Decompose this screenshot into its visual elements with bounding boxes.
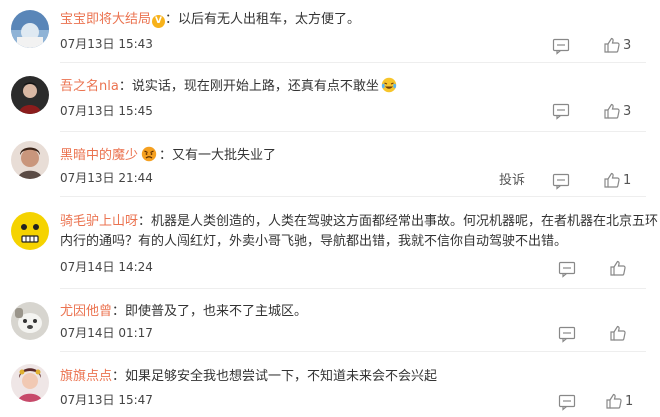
- divider: [60, 351, 646, 352]
- username[interactable]: 骑毛驴上山呀: [60, 214, 138, 229]
- separator: ：: [112, 369, 126, 384]
- comment-text: 如果足够安全我也想尝试一下，不知道未来会不会兴起: [125, 369, 438, 384]
- avatar[interactable]: [11, 212, 49, 250]
- divider: [60, 196, 646, 197]
- thumbs-up-icon[interactable]: [603, 102, 621, 120]
- comment-text: 即使普及了，也来不了主城区。: [125, 304, 308, 319]
- avatar[interactable]: [11, 302, 49, 340]
- thumbs-up-icon[interactable]: [609, 259, 627, 277]
- like-count: 1: [625, 394, 634, 409]
- username[interactable]: 尤因他曾: [60, 304, 112, 319]
- avatar[interactable]: [11, 10, 49, 48]
- angry-face-icon: [141, 146, 157, 162]
- comment-text: 机器是人类创造的，人类在驾驶这方面都经常出事故。何况机器呢，在者机器在北京五环: [151, 214, 659, 229]
- separator: ：: [112, 304, 126, 319]
- timestamp: 07月13日 21:44: [60, 171, 153, 185]
- timestamp: 07月14日 01:17: [60, 326, 153, 340]
- username[interactable]: 旗旗点点: [60, 369, 112, 384]
- divider: [60, 62, 646, 63]
- divider: [60, 131, 646, 132]
- username[interactable]: 黑暗中的魔少: [60, 148, 138, 163]
- separator: ：: [138, 214, 152, 229]
- comment-text-line2: 内行的通吗？有的人闯红灯，外卖小哥飞驰，导航都出错，我就不信你自动驾驶不出错。: [60, 234, 568, 249]
- comment-text: 又有一大批失业了: [172, 148, 277, 163]
- comment-icon[interactable]: [558, 325, 576, 343]
- comment-icon[interactable]: [552, 37, 570, 55]
- thumbs-up-icon[interactable]: [605, 392, 623, 410]
- comment-item: 吾之名nla：说实话，现在刚开始上路，还真有点不敢坐 07月13日 15:45 …: [0, 66, 660, 130]
- like-count: 3: [623, 38, 632, 53]
- thumbs-up-icon[interactable]: [603, 171, 621, 189]
- verified-badge-icon: V: [152, 15, 166, 28]
- separator: ：: [118, 79, 132, 94]
- comment-icon[interactable]: [552, 172, 570, 190]
- username[interactable]: 吾之名nla: [60, 79, 119, 94]
- avatar[interactable]: [11, 141, 49, 179]
- divider: [60, 288, 646, 289]
- timestamp: 07月13日 15:47: [60, 393, 153, 407]
- comment-icon[interactable]: [558, 260, 576, 278]
- comment-item: 尤因他曾：即使普及了，也来不了主城区。 07月14日 01:17: [0, 292, 660, 350]
- comment-item: 宝宝即将大结局 V ：以后有无人出租车，太方便了。 07月13日 15:43 3: [0, 0, 660, 60]
- separator: ：: [165, 12, 179, 27]
- laughing-crying-face-icon: [381, 77, 397, 93]
- timestamp: 07月13日 15:45: [60, 104, 153, 118]
- comment-item: 旗旗点点：如果足够安全我也想尝试一下，不知道未来会不会兴起 07月13日 15:…: [0, 355, 660, 417]
- comment-text: 说实话，现在刚开始上路，还真有点不敢坐: [131, 79, 379, 94]
- thumbs-up-icon[interactable]: [603, 36, 621, 54]
- comment-text: 以后有无人出租车，太方便了。: [178, 12, 361, 27]
- comment-icon[interactable]: [558, 393, 576, 411]
- comment-item: 黑暗中的魔少 ：又有一大批失业了 07月13日 21:44 投诉 1: [0, 135, 660, 195]
- timestamp: 07月13日 15:43: [60, 37, 153, 51]
- avatar[interactable]: [11, 364, 49, 402]
- report-button[interactable]: 投诉: [499, 173, 525, 189]
- like-count: 1: [623, 173, 632, 188]
- username[interactable]: 宝宝即将大结局: [60, 12, 151, 27]
- thumbs-up-icon[interactable]: [609, 324, 627, 342]
- comment-list: 宝宝即将大结局 V ：以后有无人出租车，太方便了。 07月13日 15:43 3 吾…: [0, 0, 660, 417]
- timestamp: 07月14日 14:24: [60, 260, 153, 274]
- comment-icon[interactable]: [552, 102, 570, 120]
- avatar[interactable]: [11, 76, 49, 114]
- separator: ：: [159, 148, 173, 163]
- like-count: 3: [623, 104, 632, 119]
- comment-item: 骑毛驴上山呀：机器是人类创造的，人类在驾驶这方面都经常出事故。何况机器呢，在者机…: [0, 200, 660, 286]
